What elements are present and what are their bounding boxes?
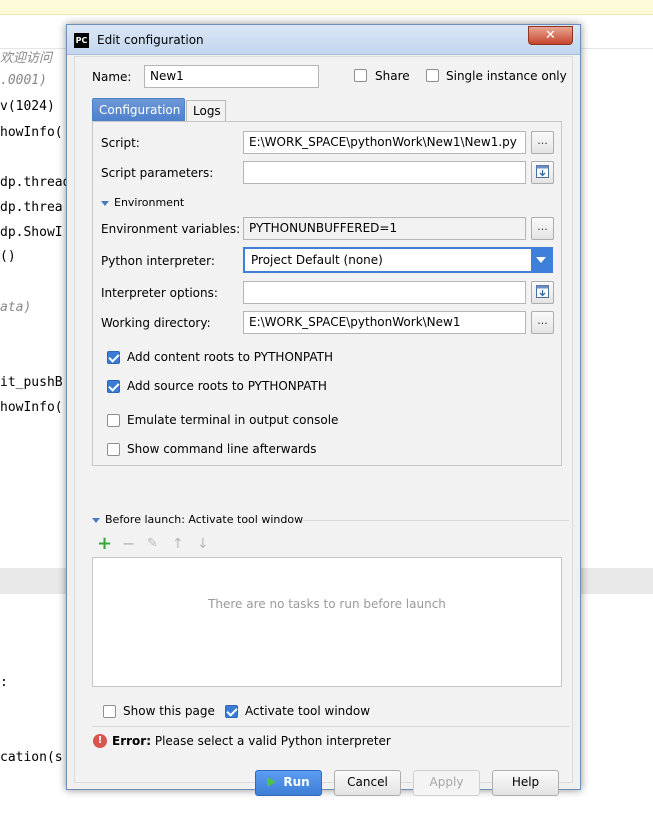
move-up-icon[interactable]: ↑ — [172, 536, 184, 552]
dialog-title: Edit configuration — [97, 33, 204, 47]
move-down-icon[interactable]: ↓ — [197, 536, 209, 552]
run-icon — [267, 777, 277, 787]
environment-section-header[interactable]: Environment — [101, 196, 184, 209]
expand-params-button[interactable] — [531, 161, 554, 184]
code-line: howInfo( — [0, 125, 63, 140]
error-divider — [92, 726, 569, 727]
code-line: dp.ShowI — [0, 225, 63, 240]
script-params-label: Script parameters: — [101, 166, 214, 180]
tab-configuration[interactable]: Configuration — [92, 98, 185, 122]
code-line: .0001) — [0, 73, 47, 88]
notification-bar — [0, 0, 653, 15]
pycharm-app-icon: PC — [74, 33, 89, 48]
add-source-roots-label: Add source roots to PYTHONPATH — [127, 379, 327, 393]
add-content-roots-checkbox[interactable] — [107, 351, 120, 364]
name-field[interactable]: New1 — [144, 65, 319, 88]
help-button[interactable]: Help — [492, 770, 559, 796]
working-dir-field[interactable]: E:\WORK_SPACE\pythonWork\New1 — [243, 311, 526, 334]
dialog-titlebar[interactable]: PC Edit configuration ✕ — [67, 25, 580, 55]
add-source-roots-checkbox[interactable] — [107, 380, 120, 393]
show-this-page-label: Show this page — [123, 704, 215, 718]
error-prefix: Error: — [112, 734, 151, 748]
script-field[interactable]: E:\WORK_SPACE\pythonWork\New1\New1.py — [243, 131, 526, 154]
code-line: dp.threa — [0, 200, 63, 215]
chevron-down-icon[interactable] — [531, 249, 551, 271]
single-instance-checkbox[interactable] — [426, 69, 439, 82]
working-dir-label: Working directory: — [101, 316, 211, 330]
code-line: cation(s — [0, 750, 63, 765]
browse-working-dir-button[interactable]: ... — [531, 311, 554, 334]
show-command-line-label: Show command line afterwards — [127, 442, 317, 456]
empty-tasks-text: There are no tasks to run before launch — [208, 597, 446, 611]
expand-field-icon — [536, 285, 549, 298]
share-checkbox[interactable] — [354, 69, 367, 82]
before-launch-label: Before launch: Activate tool window — [105, 513, 304, 526]
code-line: ata) — [0, 300, 32, 315]
apply-button[interactable]: Apply — [413, 770, 480, 796]
code-line: () — [0, 249, 16, 264]
remove-task-icon[interactable]: − — [122, 536, 135, 552]
code-line: it_pushB — [0, 375, 63, 390]
script-label: Script: — [101, 136, 140, 150]
emulate-terminal-label: Emulate terminal in output console — [127, 413, 339, 427]
single-instance-label: Single instance only — [446, 69, 567, 83]
add-content-roots-label: Add content roots to PYTHONPATH — [127, 350, 333, 364]
activate-tool-window-label: Activate tool window — [245, 704, 371, 718]
env-vars-label: Environment variables: — [101, 222, 241, 236]
before-launch-task-list[interactable]: There are no tasks to run before launch — [92, 557, 562, 687]
tab-logs[interactable]: Logs — [186, 100, 226, 122]
dialog-body: Name: New1 Share Single instance only Co… — [74, 56, 573, 796]
browse-script-button[interactable]: ... — [531, 131, 554, 154]
share-label: Share — [375, 69, 410, 83]
interp-options-field[interactable] — [243, 281, 526, 304]
run-label: Run — [283, 775, 310, 789]
cancel-button[interactable]: Cancel — [334, 770, 401, 796]
show-this-page-checkbox[interactable] — [103, 705, 116, 718]
expand-field-icon — [536, 165, 549, 178]
interpreter-label: Python interpreter: — [101, 254, 215, 268]
name-label: Name: — [92, 70, 132, 84]
collapse-triangle-icon — [92, 517, 100, 523]
code-line: dp.thread — [0, 175, 71, 190]
collapse-triangle-icon — [101, 200, 109, 206]
activate-tool-window-checkbox[interactable] — [225, 705, 238, 718]
error-message: Error: Please select a valid Python inte… — [112, 734, 391, 748]
code-line: : — [0, 675, 8, 690]
show-command-line-checkbox[interactable] — [107, 443, 120, 456]
code-line: v(1024) — [0, 99, 55, 114]
script-params-field[interactable] — [243, 161, 526, 184]
add-task-icon[interactable]: + — [97, 535, 112, 553]
section-divider — [303, 520, 569, 521]
before-launch-header[interactable]: Before launch: Activate tool window — [92, 513, 303, 526]
error-icon: ! — [93, 734, 107, 748]
edit-env-vars-button[interactable]: ... — [531, 217, 554, 240]
error-text: Please select a valid Python interpreter — [154, 734, 391, 748]
code-line: howInfo( — [0, 400, 63, 415]
edit-task-icon[interactable]: ✎ — [147, 536, 158, 552]
edit-configuration-dialog: PC Edit configuration ✕ Name: New1 Share… — [66, 24, 581, 796]
env-vars-field[interactable]: PYTHONUNBUFFERED=1 — [243, 217, 526, 240]
interp-options-label: Interpreter options: — [101, 286, 218, 300]
environment-label: Environment — [114, 196, 185, 209]
code-line: 欢迎访问 — [0, 51, 53, 66]
interpreter-value: Project Default (none) — [251, 253, 383, 267]
close-button[interactable]: ✕ — [528, 26, 573, 45]
interpreter-select[interactable]: Project Default (none) — [243, 247, 553, 273]
run-button[interactable]: Run — [255, 770, 322, 796]
configuration-panel: Script: E:\WORK_SPACE\pythonWork\New1\Ne… — [92, 121, 562, 466]
expand-interp-options-button[interactable] — [531, 281, 554, 304]
emulate-terminal-checkbox[interactable] — [107, 414, 120, 427]
